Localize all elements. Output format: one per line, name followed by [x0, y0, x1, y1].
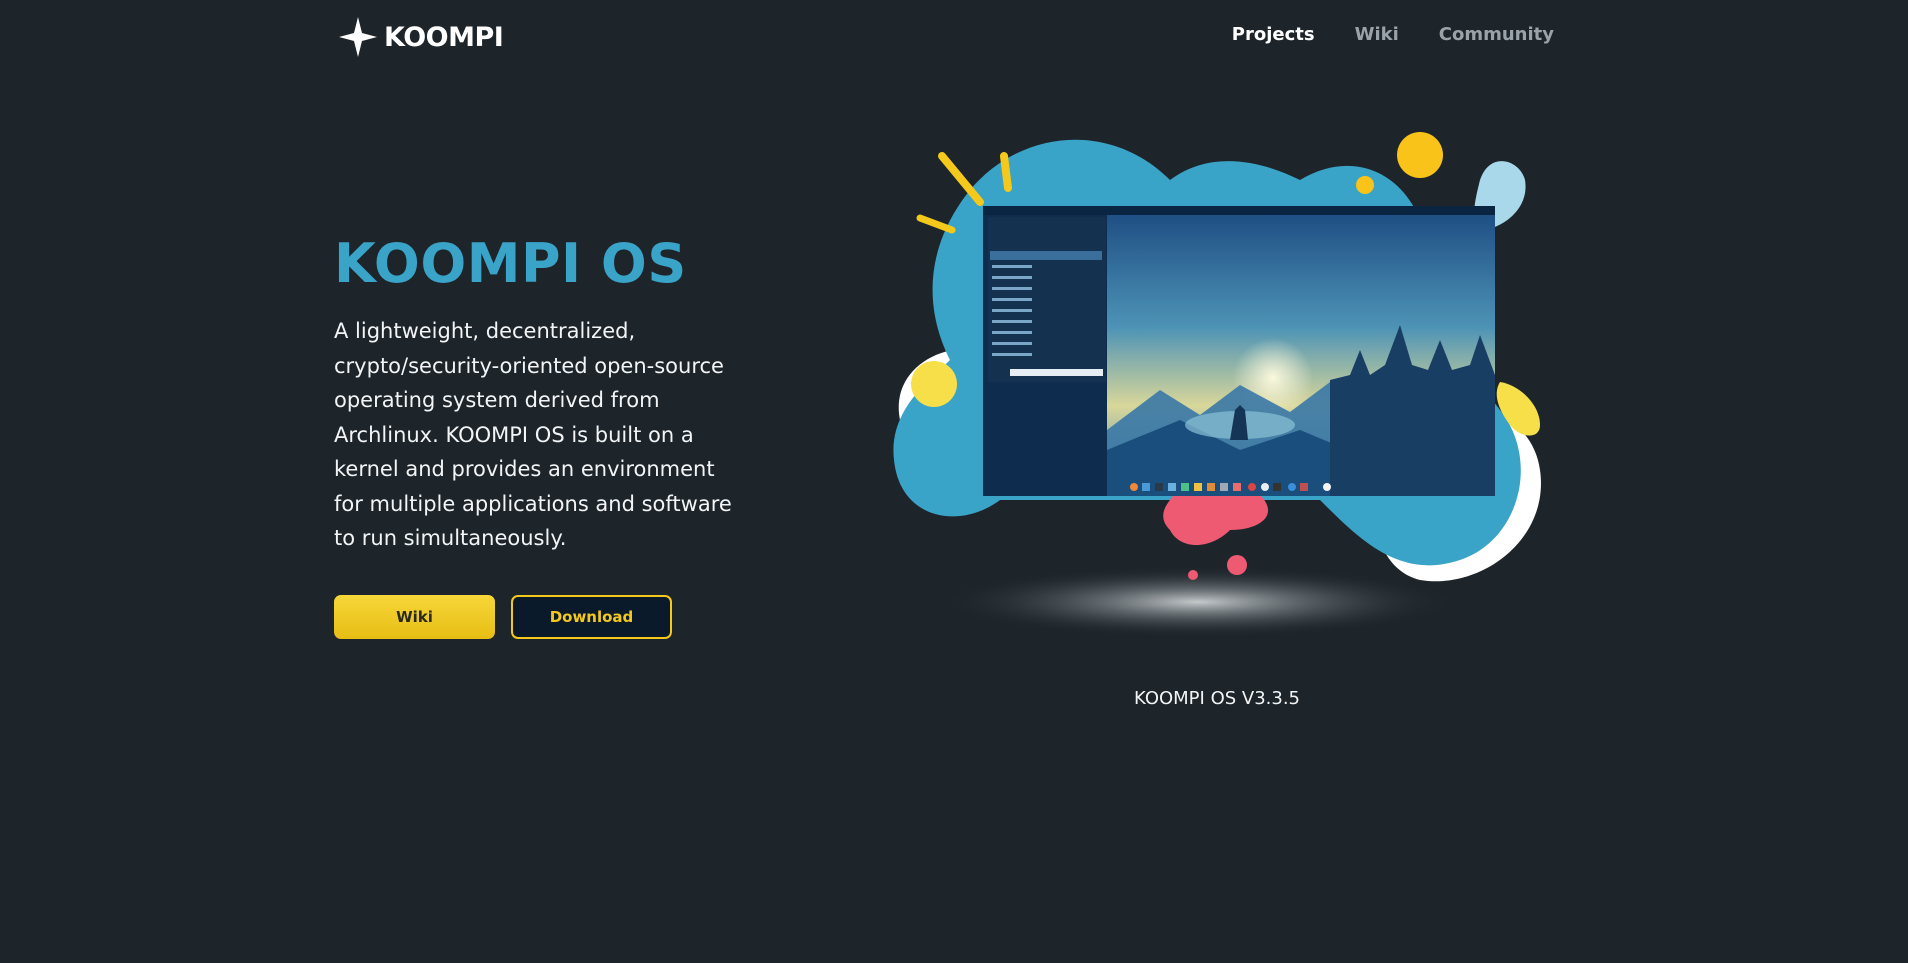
- nav-item-wiki[interactable]: Wiki: [1355, 24, 1399, 45]
- os-version-label: KOOMPI OS V3.3.5: [1134, 688, 1300, 709]
- nav-item-projects[interactable]: Projects: [1232, 24, 1315, 45]
- ground-shadow: [938, 566, 1458, 638]
- download-button[interactable]: Download: [511, 595, 672, 639]
- site-header: KOOMPI Projects Wiki Community: [0, 0, 1908, 76]
- main-nav: Projects Wiki Community: [1232, 24, 1554, 45]
- wiki-button[interactable]: Wiki: [334, 595, 495, 639]
- nav-item-community[interactable]: Community: [1439, 24, 1554, 45]
- hero-description: A lightweight, decentralized, crypto/sec…: [334, 319, 732, 550]
- yellow-dot-large: [1397, 132, 1443, 178]
- yellow-dot-left: [911, 361, 957, 407]
- hero-title: KOOMPI OS: [334, 232, 687, 295]
- brand-logo[interactable]: KOOMPI: [338, 16, 504, 58]
- os-screenshot-illustration: [893, 132, 1541, 638]
- star-logo-icon: [339, 17, 377, 57]
- brand-name: KOOMPI: [384, 21, 504, 53]
- desktop-screenshot: [983, 206, 1495, 496]
